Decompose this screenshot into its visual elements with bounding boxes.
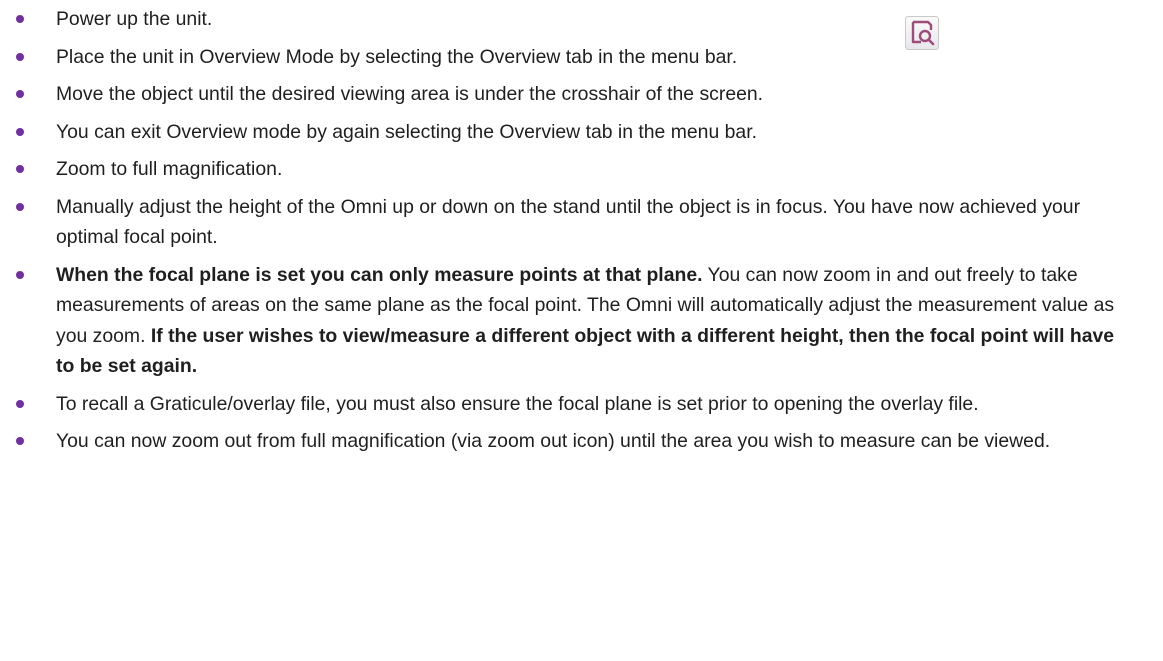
step-bold-intro: When the focal plane is set you can only… — [56, 263, 703, 286]
bullet-dot — [16, 52, 24, 61]
step-text: Move the object until the desired viewin… — [56, 83, 764, 105]
bullet-dot — [16, 90, 24, 98]
list-item: Move the object until the desired viewin… — [14, 79, 1134, 110]
list-item: Place the unit in Overview Mode by selec… — [14, 42, 1134, 73]
list-item: Manually adjust the height of the Omni u… — [14, 192, 1134, 253]
step-text: Zoom to full magnification. — [56, 158, 283, 180]
list-item: Zoom to full magnification. — [14, 154, 1134, 185]
step-text: To recall a Graticule/overlay file, you … — [56, 392, 979, 415]
steps-list: Power up the unit. Place the unit in Ove… — [14, 4, 1134, 464]
bullet-dot — [16, 270, 24, 279]
step-text: You can now zoom out from full magnifica… — [56, 430, 1051, 452]
bullet-dot — [16, 437, 24, 445]
list-item: When the focal plane is set you can only… — [14, 260, 1134, 382]
bullet-dot — [16, 15, 24, 23]
bullet-dot — [16, 127, 24, 136]
step-text: Place the unit in Overview Mode by selec… — [56, 45, 738, 68]
step-text: Power up the unit. — [56, 8, 213, 30]
step-text: You can exit Overview mode by again sele… — [56, 120, 757, 143]
bullet-dot — [16, 202, 24, 211]
step-text: Manually adjust the height of the Omni u… — [56, 195, 1081, 249]
list-item: You can exit Overview mode by again sele… — [14, 117, 1134, 148]
step-bold-outro: If the user wishes to view/measure a dif… — [56, 324, 1115, 378]
list-item: Power up the unit. — [14, 4, 1134, 35]
instruction-document: Power up the unit. Place the unit in Ove… — [0, 0, 1163, 661]
list-item: To recall a Graticule/overlay file, you … — [14, 389, 1134, 420]
bullet-dot — [16, 399, 24, 408]
bullet-dot — [16, 165, 24, 173]
list-item: You can now zoom out from full magnifica… — [14, 426, 1134, 457]
